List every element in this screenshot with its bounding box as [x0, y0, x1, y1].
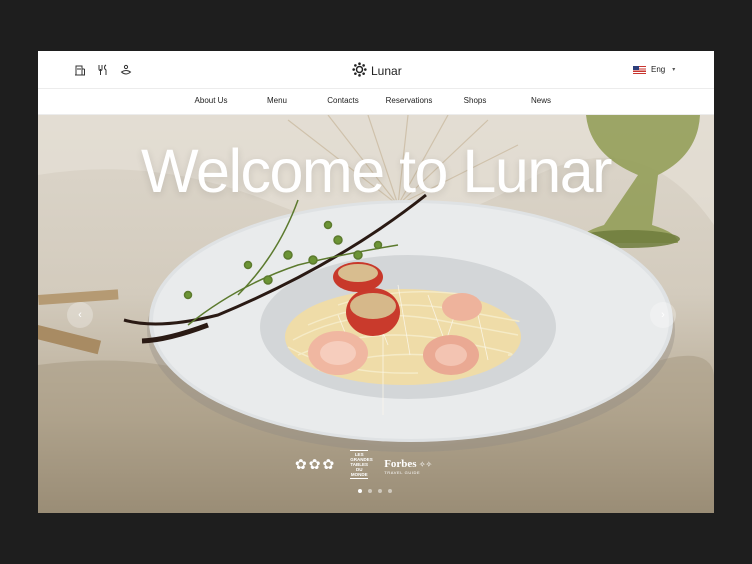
slide-dot-1[interactable]: [358, 489, 362, 493]
nav-about-us[interactable]: About Us: [195, 96, 228, 105]
michelin-star-icon: ✿: [308, 456, 321, 472]
brand[interactable]: Lunar: [352, 62, 402, 80]
nav-reservations[interactable]: Reservations: [386, 96, 433, 105]
slide-dot-4[interactable]: [388, 489, 392, 493]
top-bar: Lunar Eng ▾: [38, 51, 714, 89]
nav-contacts[interactable]: Contacts: [327, 96, 359, 105]
hero-title: Welcome to Lunar: [141, 137, 612, 205]
forbes-logo: Forbes ✧✧ TRAVEL GUIDE: [384, 457, 433, 475]
grandes-tables-logo: LES GRANDES TABLES DU MONDE: [350, 450, 373, 479]
slider-pagination: [358, 489, 392, 493]
spa-icon[interactable]: [120, 64, 132, 76]
chevron-right-icon: ›: [661, 309, 665, 321]
site-frame: Lunar Eng ▾ About Us Menu Contacts Reser…: [38, 51, 714, 513]
slider-prev-button[interactable]: ‹: [67, 302, 93, 328]
slide-dot-3[interactable]: [378, 489, 382, 493]
chevron-down-icon: ▾: [672, 67, 676, 73]
chevron-left-icon: ‹: [78, 309, 82, 321]
top-icons: [74, 64, 132, 76]
hero-slider: Welcome to Lunar ‹ › ✿ ✿ ✿ LES GRANDES T…: [38, 115, 714, 513]
slide-dot-2[interactable]: [368, 489, 372, 493]
us-flag-icon: [633, 65, 646, 74]
hotel-icon[interactable]: [74, 64, 86, 76]
nav-news[interactable]: News: [531, 96, 551, 105]
main-nav: About Us Menu Contacts Reservations Shop…: [38, 89, 714, 115]
language-selector[interactable]: Eng ▾: [633, 65, 675, 74]
restaurant-icon[interactable]: [97, 64, 109, 76]
michelin-stars: ✿ ✿ ✿: [295, 456, 334, 473]
sun-gear-icon: [352, 62, 367, 80]
brand-name: Lunar: [371, 64, 402, 78]
nav-shops[interactable]: Shops: [464, 96, 487, 105]
language-label: Eng: [651, 65, 666, 74]
michelin-star-icon: ✿: [295, 456, 307, 472]
awards-row: ✿ ✿ ✿ LES GRANDES TABLES DU MONDE Forbes…: [295, 450, 432, 479]
michelin-star-icon: ✿: [322, 456, 335, 472]
slider-next-button[interactable]: ›: [650, 302, 676, 328]
nav-menu[interactable]: Menu: [267, 96, 287, 105]
